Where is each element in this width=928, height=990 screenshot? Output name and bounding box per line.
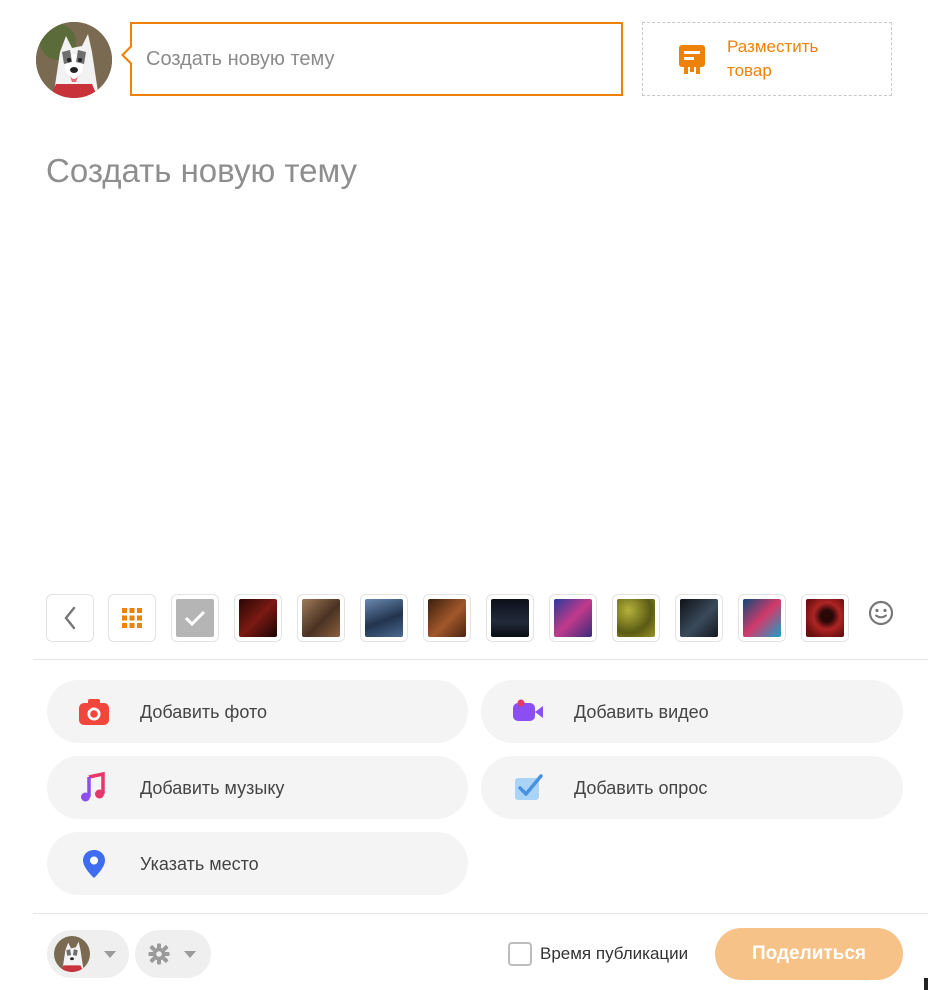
window-corner xyxy=(924,978,928,990)
divider xyxy=(33,913,928,914)
background-thumb[interactable] xyxy=(612,594,660,642)
background-thumb[interactable] xyxy=(549,594,597,642)
strip-grid-button[interactable] xyxy=(108,594,156,642)
background-image xyxy=(302,599,340,637)
author-select-button[interactable] xyxy=(47,930,129,978)
set-place-button[interactable]: Указать место xyxy=(47,832,468,895)
smiley-icon[interactable] xyxy=(866,598,896,628)
background-image xyxy=(680,599,718,637)
background-thumb[interactable] xyxy=(360,594,408,642)
background-image xyxy=(554,599,592,637)
music-note-icon xyxy=(81,771,105,802)
store-icon xyxy=(679,45,705,74)
background-thumb[interactable] xyxy=(486,594,534,642)
background-image xyxy=(428,599,466,637)
background-image xyxy=(806,599,844,637)
divider xyxy=(33,659,928,660)
set-place-label: Указать место xyxy=(140,854,259,874)
add-music-button[interactable]: Добавить музыку xyxy=(47,756,468,819)
share-button[interactable]: Поделиться xyxy=(715,928,903,980)
poll-check-icon xyxy=(515,774,543,800)
avatar xyxy=(54,936,90,972)
location-pin-icon xyxy=(83,850,105,878)
chevron-down-icon xyxy=(184,951,196,958)
topic-title-field[interactable]: Создать новую тему xyxy=(46,152,357,190)
chevron-down-icon xyxy=(104,951,116,958)
camera-icon xyxy=(79,699,109,725)
check-icon xyxy=(184,610,206,627)
topic-input[interactable]: Создать новую тему xyxy=(121,22,623,96)
background-image xyxy=(491,599,529,637)
add-poll-label: Добавить опрос xyxy=(574,778,708,798)
background-image xyxy=(239,599,277,637)
topic-input-placeholder: Создать новую тему xyxy=(146,48,335,70)
background-thumb[interactable] xyxy=(675,594,723,642)
publish-time-checkbox[interactable] xyxy=(508,942,532,966)
add-video-button[interactable]: Добавить видео xyxy=(481,680,903,743)
settings-button[interactable] xyxy=(135,930,211,978)
background-image xyxy=(617,599,655,637)
add-photo-button[interactable]: Добавить фото xyxy=(47,680,468,743)
background-thumb[interactable] xyxy=(738,594,786,642)
strip-back-button[interactable] xyxy=(46,594,94,642)
background-thumb[interactable] xyxy=(423,594,471,642)
publish-time-label: Время публикации xyxy=(540,944,689,963)
user-avatar[interactable] xyxy=(36,22,112,98)
place-product-label: Разместить товар xyxy=(727,37,819,80)
background-none-selected[interactable] xyxy=(171,594,219,642)
add-poll-button[interactable]: Добавить опрос xyxy=(481,756,903,819)
background-thumb[interactable] xyxy=(297,594,345,642)
grid-icon xyxy=(122,608,142,628)
background-image xyxy=(365,599,403,637)
chevron-left-icon xyxy=(64,606,76,630)
gear-icon xyxy=(148,943,170,965)
place-product-button[interactable]: Разместить товар xyxy=(642,22,892,96)
add-photo-label: Добавить фото xyxy=(140,702,268,722)
background-thumb[interactable] xyxy=(801,594,849,642)
add-music-label: Добавить музыку xyxy=(140,778,285,798)
background-image xyxy=(743,599,781,637)
add-video-label: Добавить видео xyxy=(574,702,709,722)
video-camera-icon xyxy=(513,699,543,721)
background-thumb[interactable] xyxy=(234,594,282,642)
